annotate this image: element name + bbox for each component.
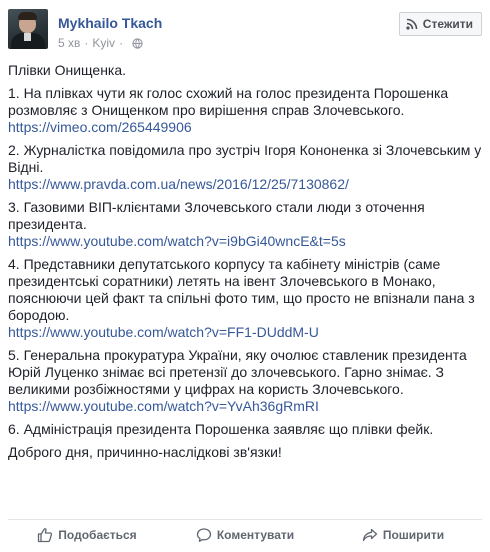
list-item: 2. Журналістка повідомила про зустріч Іг… <box>8 142 482 193</box>
item-text: 4. Представники депутатського корпусу та… <box>8 256 475 323</box>
list-item: 5. Генеральна прокуратура України, яку о… <box>8 347 482 415</box>
author-name[interactable]: Mykhailo Tkach <box>58 15 162 31</box>
list-item: 1. На плівках чути як голос схожий на го… <box>8 85 482 136</box>
item-text: 1. На плівках чути як голос схожий на го… <box>8 85 449 118</box>
author-avatar[interactable] <box>8 9 48 49</box>
post-time[interactable]: 5 хв <box>58 36 80 50</box>
post-header: Mykhailo Tkach 5 хв · Kyiv · Стежити <box>8 8 482 56</box>
like-button[interactable]: Подобається <box>8 520 166 550</box>
item-link[interactable]: https://www.youtube.com/watch?v=YvAh36gR… <box>8 398 319 414</box>
item-link[interactable]: https://www.youtube.com/watch?v=FF1-DUdd… <box>8 324 319 340</box>
comment-icon <box>196 528 211 542</box>
share-button[interactable]: Поширити <box>324 520 482 550</box>
list-item: 4. Представники депутатського корпусу та… <box>8 256 482 341</box>
item-text: 3. Газовими ВІП-клієнтами Злочевського с… <box>8 199 425 232</box>
post-meta: 5 хв · Kyiv · <box>58 36 143 50</box>
item-link[interactable]: https://www.pravda.com.ua/news/2016/12/2… <box>8 176 349 192</box>
post-body: Плівки Онищенка. 1. На плівках чути як г… <box>8 62 482 467</box>
follow-button[interactable]: Стежити <box>398 12 482 36</box>
share-icon <box>362 528 377 542</box>
post-actions: Подобається Коментувати Поширити <box>8 520 482 550</box>
rss-icon <box>406 18 418 30</box>
post-outro: Доброго дня, причинно-наслідкові зв'язки… <box>8 444 282 460</box>
share-label: Поширити <box>382 528 445 542</box>
like-label: Подобається <box>58 528 137 542</box>
follow-label: Стежити <box>422 17 473 31</box>
globe-icon <box>132 37 143 49</box>
list-item-6: 6. Адміністрація президента Порошенка за… <box>8 421 434 437</box>
thumbs-up-icon <box>38 528 53 543</box>
item-text: 2. Журналістка повідомила про зустріч Іг… <box>8 142 482 175</box>
meta-separator: · <box>84 36 89 50</box>
list-item: 3. Газовими ВІП-клієнтами Злочевського с… <box>8 199 482 250</box>
meta-separator-2: · <box>119 36 124 50</box>
comment-button[interactable]: Коментувати <box>166 520 324 550</box>
post-location[interactable]: Kyiv <box>92 36 115 50</box>
comment-label: Коментувати <box>216 528 295 542</box>
item-link[interactable]: https://www.youtube.com/watch?v=i9bGi40w… <box>8 233 346 249</box>
item-link[interactable]: https://vimeo.com/265449906 <box>8 119 192 135</box>
item-text: 5. Генеральна прокуратура України, яку о… <box>8 347 467 397</box>
facebook-post: Mykhailo Tkach 5 хв · Kyiv · Стежити Плі… <box>0 0 490 552</box>
post-intro: Плівки Онищенка. <box>8 62 127 78</box>
